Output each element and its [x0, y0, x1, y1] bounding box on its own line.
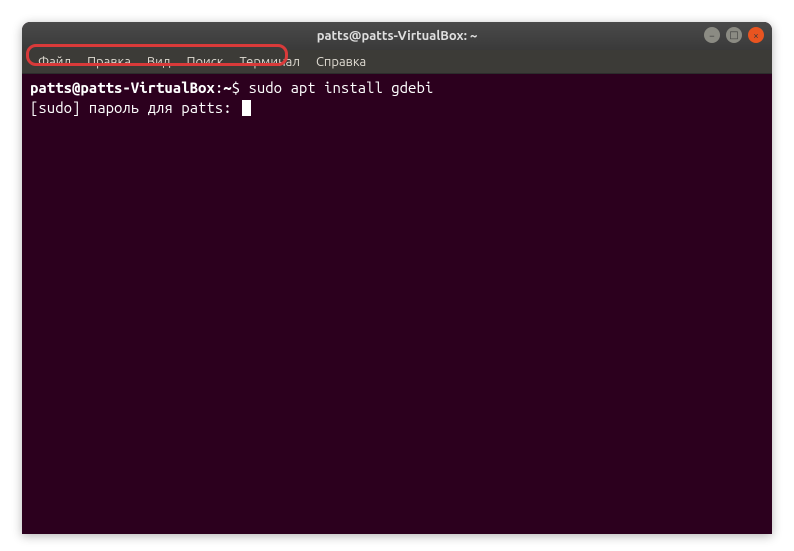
prompt-user: patts@patts-VirtualBox: [30, 79, 215, 96]
sudo-password-prompt: [sudo] пароль для patts:: [30, 98, 240, 118]
close-icon: ×: [753, 30, 759, 41]
maximize-button[interactable]: □: [726, 27, 742, 43]
prompt-sep1: :: [215, 79, 223, 96]
menu-search[interactable]: Поиск: [178, 55, 231, 69]
minimize-icon: −: [709, 30, 715, 41]
menu-help[interactable]: Справка: [308, 55, 374, 69]
titlebar[interactable]: patts@patts-VirtualBox: ~ − □ ×: [22, 22, 772, 50]
prompt-path: ~: [223, 79, 231, 96]
command-text: sudo apt install gdebi: [248, 79, 433, 96]
menu-file[interactable]: Файл: [30, 55, 79, 69]
menu-terminal[interactable]: Терминал: [231, 55, 307, 69]
close-button[interactable]: ×: [748, 27, 764, 43]
cursor-icon: [242, 100, 251, 116]
menubar: Файл Правка Вид Поиск Терминал Справка: [22, 50, 772, 74]
minimize-button[interactable]: −: [704, 27, 720, 43]
window-controls: − □ ×: [704, 27, 764, 43]
prompt-sep2: $: [232, 79, 249, 96]
maximize-icon: □: [729, 29, 738, 41]
terminal-window: patts@patts-VirtualBox: ~ − □ × Файл Пра…: [22, 22, 772, 534]
menu-edit[interactable]: Правка: [79, 55, 139, 69]
terminal-line-1: patts@patts-VirtualBox:~$ sudo apt insta…: [30, 78, 764, 98]
terminal-body[interactable]: patts@patts-VirtualBox:~$ sudo apt insta…: [22, 74, 772, 534]
terminal-line-2: [sudo] пароль для patts:: [30, 98, 764, 118]
window-title: patts@patts-VirtualBox: ~: [317, 29, 478, 43]
menu-view[interactable]: Вид: [139, 55, 179, 69]
